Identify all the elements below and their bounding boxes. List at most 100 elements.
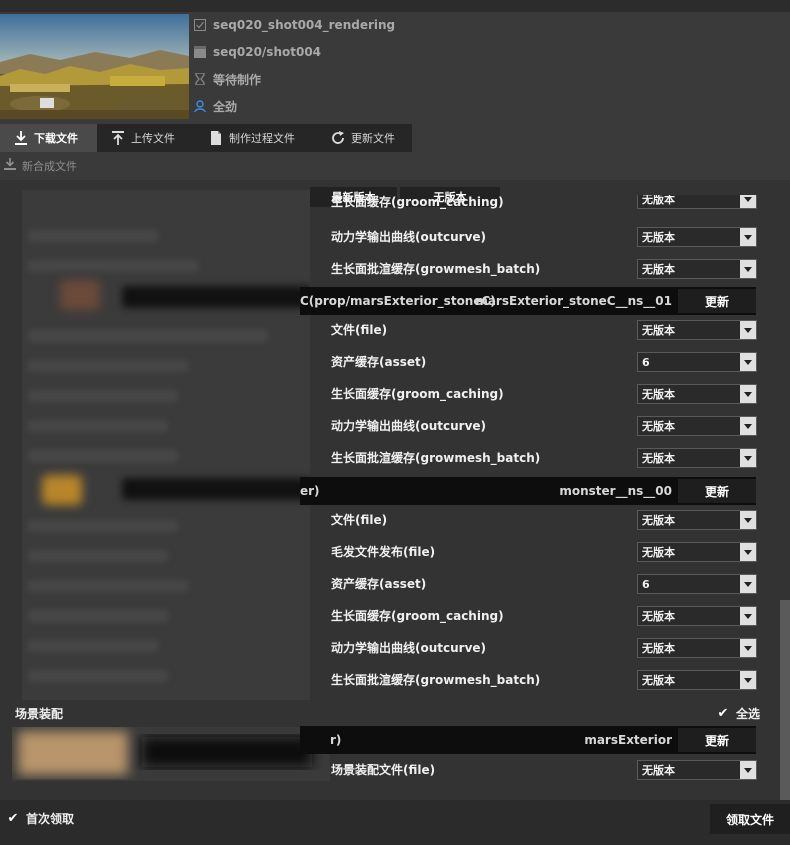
row-label: 文件(file) xyxy=(331,323,388,337)
version-select[interactable]: 无版本 xyxy=(637,606,757,626)
file-icon xyxy=(209,130,223,146)
tab-label: 制作过程文件 xyxy=(229,132,295,145)
chevron-down-icon xyxy=(740,321,756,339)
chevron-down-icon xyxy=(740,385,756,403)
version-select[interactable]: 无版本 xyxy=(637,638,757,658)
version-select[interactable]: 无版本 xyxy=(637,195,757,209)
row-label: 生长面批渲缓存(growmesh_batch) xyxy=(331,673,541,687)
version-value: 无版本 xyxy=(642,452,675,465)
version-row: 生长面缓存(groom_caching) 无版本 xyxy=(331,603,761,629)
scrollbar-thumb[interactable] xyxy=(780,600,790,800)
row-label: 动力学输出曲线(outcurve) xyxy=(331,230,487,244)
version-select[interactable]: 无版本 xyxy=(637,227,757,247)
chevron-down-icon xyxy=(740,417,756,435)
chevron-down-icon xyxy=(740,543,756,561)
tab-update-files[interactable]: 更新文件 xyxy=(317,124,412,152)
version-select[interactable]: 无版本 xyxy=(637,760,757,780)
version-row: 文件(file) 无版本 xyxy=(331,317,761,343)
asset-namespace: monster__ns__00 xyxy=(559,484,672,498)
hourglass-icon xyxy=(194,73,206,85)
scene-thumbnail-blurred xyxy=(12,727,330,781)
select-all-label: 全选 xyxy=(736,707,761,721)
asset-namespace: marsExterior xyxy=(584,733,672,747)
task-status: 等待制作 xyxy=(213,72,262,87)
version-row: 资产缓存(asset) 6 xyxy=(331,349,761,375)
asset-namespace: marsExterior_stoneC__ns__01 xyxy=(475,294,672,308)
row-label: 动力学输出曲线(outcurve) xyxy=(331,641,487,655)
upload-icon xyxy=(111,130,125,146)
file-tabs: 下载文件 上传文件 制作过程文件 更新文件 xyxy=(0,124,412,152)
download-icon xyxy=(14,130,28,146)
version-row: 毛发文件发布(file) 无版本 xyxy=(331,539,761,565)
chevron-down-icon xyxy=(740,353,756,371)
update-button[interactable]: 更新 xyxy=(678,289,756,313)
version-select[interactable]: 无版本 xyxy=(637,384,757,404)
version-select[interactable]: 无版本 xyxy=(637,448,757,468)
row-label: 资产缓存(asset) xyxy=(331,355,427,369)
version-value: 无版本 xyxy=(642,388,675,401)
version-select[interactable]: 无版本 xyxy=(637,670,757,690)
version-select[interactable]: 无版本 xyxy=(637,510,757,530)
assignee-line: 全劲 xyxy=(194,96,237,116)
version-select[interactable]: 无版本 xyxy=(637,416,757,436)
new-composite-button[interactable]: 新合成文件 xyxy=(4,157,77,174)
version-select[interactable]: 无版本 xyxy=(637,259,757,279)
chevron-down-icon xyxy=(740,761,756,779)
update-button[interactable]: 更新 xyxy=(678,479,756,503)
user-icon xyxy=(194,100,206,112)
download-icon xyxy=(4,157,16,174)
version-value: 无版本 xyxy=(642,263,675,276)
chevron-down-icon xyxy=(740,228,756,246)
shot-line: seq020/shot004 xyxy=(194,42,321,62)
row-label: 毛发文件发布(file) xyxy=(331,545,436,559)
status-line: 等待制作 xyxy=(194,69,261,89)
version-row: 生长面批渲缓存(growmesh_batch) 无版本 xyxy=(331,445,761,471)
footer-bar xyxy=(0,800,790,845)
version-row: 生长面缓存(groom_caching) 无版本 xyxy=(331,381,761,407)
first-fetch-label: 首次领取 xyxy=(26,812,75,826)
asset-path: C(prop/marsExterior_stoneC) xyxy=(300,294,496,308)
row-label: 场景装配文件(file) xyxy=(331,763,436,777)
asset-header-marsexterior: r) marsExterior 更新 xyxy=(300,726,756,754)
version-row: 资产缓存(asset) 6 xyxy=(331,571,761,597)
tab-download[interactable]: 下载文件 xyxy=(0,124,97,152)
row-label: 生长面缓存(groom_caching) xyxy=(331,195,504,209)
version-row: 动力学输出曲线(outcurve) 无版本 xyxy=(331,635,761,661)
version-select[interactable]: 6 xyxy=(637,352,757,372)
version-value: 无版本 xyxy=(642,420,675,433)
row-label: 生长面批渲缓存(growmesh_batch) xyxy=(331,262,541,276)
shot-thumbnail xyxy=(0,14,189,119)
version-row: 生长面批渲缓存(growmesh_batch) 无版本 xyxy=(331,256,761,282)
refresh-icon xyxy=(331,130,345,146)
chevron-down-icon xyxy=(740,671,756,689)
scene-assembly-title: 场景装配 xyxy=(15,707,64,721)
asset-path: r) xyxy=(330,733,342,747)
version-value: 无版本 xyxy=(642,195,675,206)
checkmark-icon: ✔ xyxy=(7,811,19,826)
version-value: 无版本 xyxy=(642,610,675,623)
tab-upload[interactable]: 上传文件 xyxy=(97,124,195,152)
version-value: 无版本 xyxy=(642,546,675,559)
version-row: 动力学输出曲线(outcurve) 无版本 xyxy=(331,413,761,439)
row-label: 生长面批渲缓存(growmesh_batch) xyxy=(331,451,541,465)
tab-process-files[interactable]: 制作过程文件 xyxy=(195,124,317,152)
row-label: 资产缓存(asset) xyxy=(331,577,427,591)
select-all-checkbox[interactable]: ✔ 全选 xyxy=(716,705,760,722)
first-fetch-checkbox[interactable]: ✔ 首次领取 xyxy=(6,810,74,827)
update-button[interactable]: 更新 xyxy=(678,728,756,752)
chevron-down-icon xyxy=(740,575,756,593)
asset-tree-blurred xyxy=(22,190,310,700)
version-select[interactable]: 无版本 xyxy=(637,542,757,562)
chevron-down-icon xyxy=(740,195,756,208)
new-composite-label: 新合成文件 xyxy=(22,159,77,173)
version-row: 场景装配文件(file) 无版本 xyxy=(331,757,761,783)
assignee-name: 全劲 xyxy=(213,99,238,114)
fetch-files-button[interactable]: 领取文件 xyxy=(710,804,790,834)
chevron-down-icon xyxy=(740,260,756,278)
version-select[interactable]: 6 xyxy=(637,574,757,594)
version-value: 6 xyxy=(642,355,650,369)
tab-label: 下载文件 xyxy=(34,132,78,145)
version-value: 无版本 xyxy=(642,514,675,527)
top-bar xyxy=(0,0,790,12)
version-select[interactable]: 无版本 xyxy=(637,320,757,340)
